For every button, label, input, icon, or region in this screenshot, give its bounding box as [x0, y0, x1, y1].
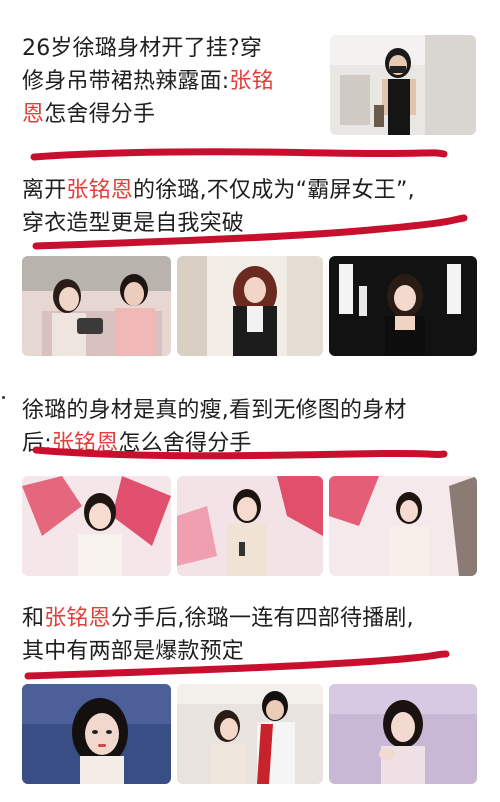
article-4-thumbnail-2[interactable] — [177, 684, 323, 784]
article-3-thumbnail-3[interactable] — [329, 476, 477, 576]
article-4-photo-2 — [177, 684, 323, 784]
news-feed-screenshot: 26岁徐璐身材开了挂?穿 修身吊带裙热辣露面:张铭 恩怎舍得分手 离开张铭恩的徐… — [0, 0, 500, 802]
article-2-thumbnail-1[interactable] — [22, 256, 171, 356]
article-2-photo-2 — [177, 256, 323, 356]
article-4-thumbnail-1[interactable] — [22, 684, 171, 784]
article-3-photo-2 — [177, 476, 323, 576]
article-1-underline — [30, 148, 448, 161]
article-4-photo-3 — [329, 684, 477, 784]
article-2-photo-1 — [22, 256, 171, 356]
article-3-thumbnail-2[interactable] — [177, 476, 323, 576]
article-2-thumbnail-3[interactable] — [329, 256, 477, 356]
article-4-photo-1 — [22, 684, 171, 784]
article-1-photo — [330, 35, 476, 135]
article-1-title[interactable]: 26岁徐璐身材开了挂?穿 修身吊带裙热辣露面:张铭 恩怎舍得分手 — [22, 32, 322, 131]
article-2-photo-3 — [329, 256, 477, 356]
article-2-title[interactable]: 离开张铭恩的徐璐,不仅成为“霸屏女王”, 穿衣造型更是自我突破 — [22, 174, 492, 240]
article-1-thumbnail[interactable] — [330, 35, 476, 135]
article-3-photo-3 — [329, 476, 477, 576]
article-2-thumbnail-2[interactable] — [177, 256, 323, 356]
article-4-title[interactable]: 和张铭恩分手后,徐璐一连有四部待播剧, 其中有两部是爆款预定 — [22, 602, 492, 668]
stray-dot — [2, 396, 5, 399]
article-3-title[interactable]: 徐璐的身材是真的瘦,看到无修图的身材 后:张铭恩怎么舍得分手 — [22, 394, 492, 460]
article-3-photo-1 — [22, 476, 171, 576]
article-4-thumbnail-3[interactable] — [329, 684, 477, 784]
article-3-thumbnail-1[interactable] — [22, 476, 171, 576]
